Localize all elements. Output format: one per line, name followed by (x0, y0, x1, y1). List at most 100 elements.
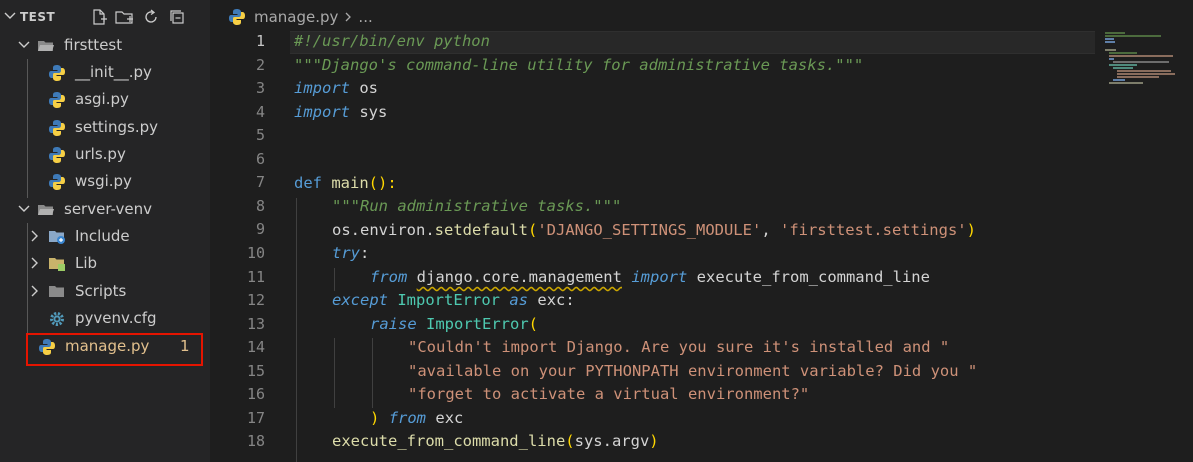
function-name: setdefault (434, 221, 528, 239)
minimap-line (1109, 58, 1114, 60)
tree-file-settings[interactable]: settings.py (0, 114, 210, 141)
tree-label: settings.py (75, 118, 158, 136)
tree-folder-lib[interactable]: Lib (0, 250, 210, 277)
identifier: os (332, 221, 351, 239)
chevron-down-icon[interactable] (3, 9, 17, 23)
identifier: sys.argv (574, 432, 650, 450)
string-literal: 'DJANGO_SETTINGS_MODULE' (537, 221, 762, 239)
tree-label: urls.py (75, 145, 126, 163)
code-line-11: from django.core.management import execu… (370, 266, 930, 290)
tree-label: firsttest (64, 36, 123, 54)
string-literal: "Couldn't import Django. Are you sure it… (408, 338, 950, 356)
minimap-line (1105, 41, 1115, 43)
line-number: 17 (246, 409, 265, 427)
explorer-actions (89, 7, 187, 27)
minimap-line (1109, 82, 1143, 84)
tree-folder-firsttest[interactable]: firsttest (0, 32, 210, 59)
breadcrumb[interactable]: manage.py ... (228, 6, 373, 28)
line-number: 8 (255, 197, 265, 215)
code-line-1: #!/usr/bin/env python (294, 30, 490, 54)
keyword: import (294, 103, 350, 121)
code-area[interactable]: #!/usr/bin/env python """Django's comman… (294, 30, 1193, 450)
code-editor[interactable]: manage.py ... 1 2 3 4 5 6 7 8 9 10 11 12… (210, 0, 1193, 462)
explorer-header[interactable]: TEST (0, 0, 210, 34)
class-name: ImportError (397, 291, 500, 309)
line-number: 1 (255, 32, 265, 50)
punctuation: ) (370, 409, 380, 427)
punctuation: : (360, 244, 370, 262)
tree-label: Scripts (75, 282, 127, 300)
tree-label: asgi.py (75, 90, 129, 108)
tree-folder-include[interactable]: Include (0, 223, 210, 250)
line-number: 9 (255, 220, 265, 238)
minimap[interactable] (1105, 30, 1185, 90)
new-folder-icon[interactable] (115, 7, 135, 27)
code-line-16: "forget to activate a virtual environmen… (408, 383, 809, 407)
tree-label: server-venv (64, 200, 153, 218)
collapse-all-icon[interactable] (167, 7, 187, 27)
keyword: import (294, 79, 350, 97)
code-line-2: """Django's command-line utility for adm… (294, 54, 863, 78)
minimap-line (1109, 55, 1173, 57)
punctuation: , (761, 221, 780, 239)
line-number: 6 (255, 150, 265, 168)
minimap-line (1105, 32, 1125, 34)
chevron-down-icon (18, 205, 30, 212)
tree-file-pyvenv-cfg[interactable]: pyvenv.cfg (0, 305, 210, 332)
tree-file-urls[interactable]: urls.py (0, 141, 210, 168)
python-file-icon (49, 147, 65, 163)
code-line-12: except ImportError as exc: (332, 289, 575, 313)
tree-label: __init__.py (75, 63, 152, 81)
minimap-line (1109, 52, 1137, 54)
tree-file-asgi[interactable]: asgi.py (0, 86, 210, 113)
keyword: except (332, 291, 388, 309)
punctuation: (): (368, 174, 397, 192)
breadcrumb-file[interactable]: manage.py (254, 8, 338, 26)
function-name: execute_from_command_line (332, 432, 566, 450)
folder-open-icon (38, 41, 54, 51)
punctuation: ( (565, 432, 575, 450)
line-number: 18 (246, 432, 265, 450)
minimap-line (1105, 35, 1161, 37)
tree-folder-scripts[interactable]: Scripts (0, 278, 210, 305)
tree-label: wsgi.py (75, 172, 132, 190)
minimap-line (1113, 79, 1125, 81)
code-line-10: try: (332, 242, 369, 266)
string-literal: 'firsttest.settings' (779, 221, 967, 239)
module-docstring: """Django's command-line utility for adm… (294, 56, 864, 74)
minimap-line (1117, 76, 1159, 78)
python-file-icon (229, 9, 245, 25)
minimap-line (1105, 49, 1116, 51)
string-literal: "forget to activate a virtual environmen… (408, 385, 810, 403)
tree-file-wsgi[interactable]: wsgi.py (0, 168, 210, 195)
punctuation: ) (966, 221, 976, 239)
tree-label: pyvenv.cfg (75, 309, 157, 327)
tree-file-init[interactable]: __init__.py (0, 59, 210, 86)
code-line-15: "available on your PYTHONPATH environmen… (408, 360, 977, 384)
annotation-highlight-box (26, 333, 203, 366)
keyword: raise (370, 315, 417, 333)
tree-folder-server-venv[interactable]: server-venv (0, 196, 210, 223)
chevron-right-icon (31, 257, 38, 269)
line-number: 4 (255, 103, 265, 121)
code-line-14: "Couldn't import Django. Are you sure it… (408, 336, 949, 360)
line-number: 5 (255, 126, 265, 144)
new-file-icon[interactable] (89, 7, 109, 27)
shebang-comment: #!/usr/bin/env python (294, 32, 490, 50)
line-number: 14 (246, 338, 265, 356)
identifier: exc (537, 291, 566, 309)
code-line-7: def main(): (294, 172, 397, 196)
tree-label: Include (75, 227, 130, 245)
punctuation: ) (649, 432, 659, 450)
minimap-line (1113, 67, 1133, 69)
folder-include-icon (49, 231, 65, 244)
breadcrumb-symbol[interactable]: ... (358, 8, 372, 26)
chevron-right-icon (31, 285, 38, 297)
code-line-4: import sys (294, 101, 387, 125)
tree-label: Lib (75, 254, 98, 272)
line-number: 7 (255, 173, 265, 191)
identifier: exc (435, 409, 464, 427)
line-number: 3 (255, 79, 265, 97)
refresh-icon[interactable] (141, 7, 161, 27)
keyword: from (370, 268, 408, 286)
